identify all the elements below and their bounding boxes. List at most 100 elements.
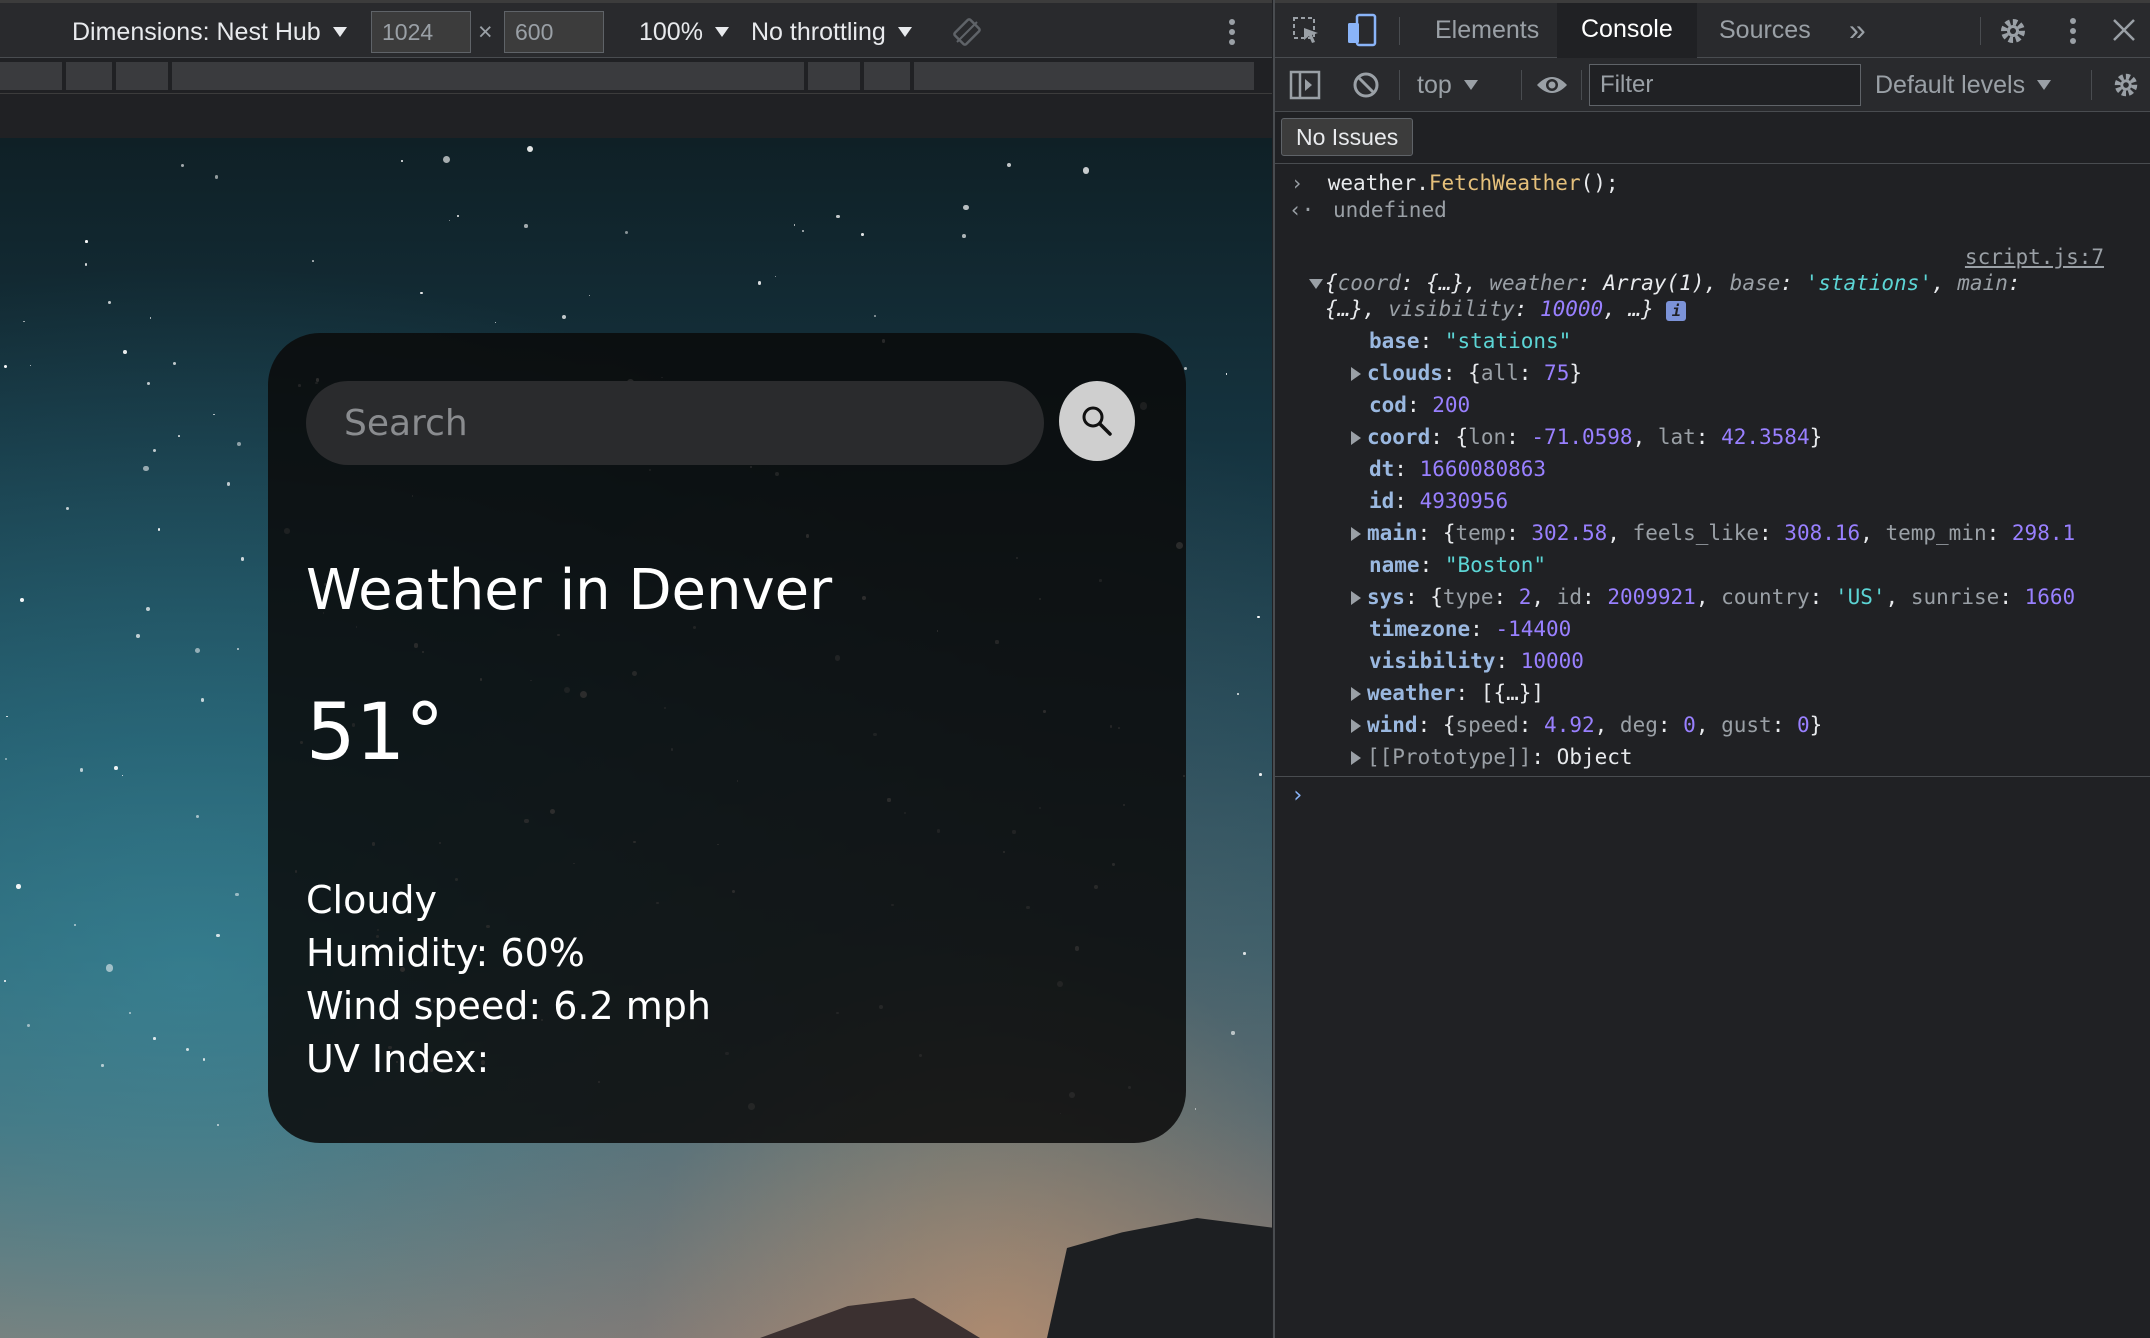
tab-console[interactable]: Console <box>1557 3 1697 58</box>
star <box>226 482 231 486</box>
star <box>101 1064 104 1067</box>
star <box>29 364 32 367</box>
tab-sources[interactable]: Sources <box>1695 3 1835 58</box>
star <box>149 317 152 320</box>
more-tabs-button[interactable]: » <box>1825 3 1890 58</box>
tab-elements[interactable]: Elements <box>1411 3 1563 58</box>
star <box>836 214 840 219</box>
star <box>136 634 140 639</box>
star <box>774 275 777 278</box>
star <box>527 146 534 153</box>
expand-arrow-icon[interactable] <box>1351 431 1361 445</box>
star <box>108 301 112 305</box>
star <box>186 1047 190 1051</box>
star <box>173 361 177 365</box>
prop-weather[interactable]: weather: [{…}] <box>1351 681 1544 705</box>
star <box>494 321 497 324</box>
dimensions-dropdown[interactable]: Dimensions: Nest Hub <box>72 3 347 61</box>
star <box>128 1011 131 1014</box>
width-input[interactable]: 1024 <box>371 11 471 53</box>
expand-arrow-icon[interactable] <box>1351 527 1361 541</box>
chevron-down-icon <box>2037 80 2052 90</box>
prop-prototype[interactable]: [[Prototype]]: Object <box>1351 745 1633 769</box>
star <box>524 224 528 228</box>
star <box>874 314 876 317</box>
star <box>85 240 89 243</box>
console-toolbar: top Default levels <box>1275 58 2150 112</box>
more-options-icon[interactable] <box>1228 3 1236 61</box>
source-link[interactable]: script.js:7 <box>1965 245 2104 269</box>
star <box>562 314 567 319</box>
more-options-icon[interactable] <box>2069 17 2077 45</box>
sidebar-toggle-icon[interactable] <box>1289 70 1321 100</box>
rotate-icon[interactable] <box>952 3 982 61</box>
inspect-element-icon[interactable] <box>1291 15 1321 45</box>
eye-icon[interactable] <box>1535 72 1569 98</box>
star <box>240 557 245 562</box>
star <box>1231 1031 1235 1035</box>
gear-icon[interactable] <box>1997 15 2029 47</box>
console-settings-icon[interactable] <box>2111 70 2141 100</box>
expand-arrow-icon[interactable] <box>1351 367 1361 381</box>
device-toolbar: Dimensions: Nest Hub 1024 × 600 100% No … <box>0 0 1272 58</box>
star <box>234 892 239 897</box>
expand-arrow-icon[interactable] <box>1351 687 1361 701</box>
input-function: FetchWeather <box>1428 171 1581 195</box>
star <box>121 774 124 777</box>
star <box>793 224 796 226</box>
star <box>65 507 70 511</box>
star <box>200 698 205 702</box>
close-icon[interactable] <box>2111 17 2137 43</box>
console-output: › weather.FetchWeather(); ‹· undefined s… <box>1275 165 2150 808</box>
device-toolbar-toggle-icon[interactable] <box>1345 13 1379 47</box>
expand-arrow-icon[interactable] <box>1309 279 1323 289</box>
star <box>961 233 966 238</box>
prop-main[interactable]: main: {temp: 302.58, feels_like: 308.16,… <box>1351 521 2075 545</box>
context-selector[interactable]: top <box>1417 58 1478 112</box>
star <box>236 647 239 650</box>
weather-card: Weather in Denver 51° Cloudy Humidity: 6… <box>268 333 1186 1143</box>
prop-sys[interactable]: sys: {type: 2, id: 2009921, country: 'US… <box>1351 585 2075 609</box>
object-summary[interactable]: {coord: {…}, weather: Array(1), base: 's… <box>1309 271 2021 295</box>
zoom-dropdown[interactable]: 100% <box>639 3 729 61</box>
devtools-panel: Elements Console Sources » top Filter De… <box>1273 0 2150 1338</box>
expand-arrow-icon[interactable] <box>1351 751 1361 765</box>
expand-arrow-icon[interactable] <box>1351 719 1361 733</box>
star <box>146 381 150 385</box>
star <box>23 320 25 323</box>
prompt-chevron-icon: › <box>1291 171 1304 195</box>
star <box>152 1036 156 1040</box>
filter-input[interactable] <box>1589 64 1861 106</box>
context-label: top <box>1417 70 1452 99</box>
throttling-label: No throttling <box>751 17 886 46</box>
search-button[interactable] <box>1059 381 1135 461</box>
info-badge[interactable]: i <box>1666 301 1687 321</box>
console-result-line: ‹· undefined <box>1289 198 1447 222</box>
weather-description: Cloudy <box>306 878 438 922</box>
star <box>202 1058 205 1061</box>
star <box>157 528 161 532</box>
prop-clouds[interactable]: clouds: {all: 75} <box>1351 361 1582 385</box>
console-prompt[interactable]: › <box>1275 776 2150 816</box>
log-levels-dropdown[interactable]: Default levels <box>1875 58 2052 112</box>
throttling-dropdown[interactable]: No throttling <box>751 3 912 61</box>
star <box>1257 615 1260 619</box>
distant-rock <box>760 1298 980 1338</box>
prop-dt: dt: 1660080863 <box>1369 457 1547 481</box>
star <box>16 884 21 889</box>
dimensions-label: Dimensions: Nest Hub <box>72 17 321 46</box>
height-input[interactable]: 600 <box>504 11 604 53</box>
media-query-ruler[interactable] <box>0 60 1272 94</box>
expand-arrow-icon[interactable] <box>1351 591 1361 605</box>
uv-index: UV Index: <box>306 1037 490 1081</box>
no-issues-button[interactable]: No Issues <box>1281 118 1414 156</box>
wind-speed: Wind speed: 6.2 mph <box>306 984 711 1028</box>
prop-coord[interactable]: coord: {lon: -71.0598, lat: 42.3584} <box>1351 425 1822 449</box>
star <box>1259 773 1263 777</box>
levels-label: Default levels <box>1875 70 2026 99</box>
star <box>73 923 76 926</box>
ruler-gap <box>0 94 1272 138</box>
clear-console-icon[interactable] <box>1351 70 1381 100</box>
search-input[interactable] <box>306 381 1044 465</box>
prop-wind[interactable]: wind: {speed: 4.92, deg: 0, gust: 0} <box>1351 713 1822 737</box>
